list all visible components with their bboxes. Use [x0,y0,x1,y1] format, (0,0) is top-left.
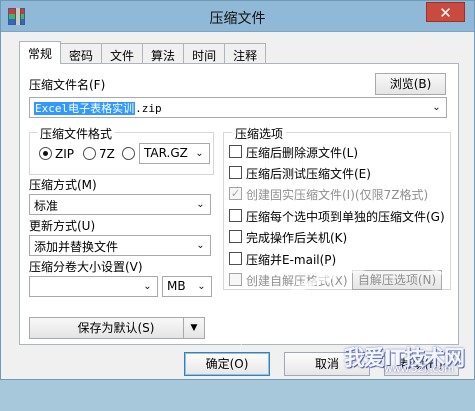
tar-gz-format-select[interactable]: TAR.GZ ⌄ [139,143,210,164]
split-size-unit-select[interactable]: MB ⌄ [162,276,212,297]
browse-button[interactable]: 浏览(B) [375,73,446,95]
test-archive-checkbox[interactable] [229,166,242,179]
close-button[interactable]: ✕ [426,2,465,22]
archive-name-value: Excel电子表格实训.zip [34,100,162,116]
archive-format-group: 压缩文件格式 ZIP 7Z TAR.GZ ⌄ [29,125,214,175]
chevron-down-icon[interactable]: ⌄ [195,279,208,294]
split-size-label: 压缩分卷大小设置(V) [29,260,143,274]
compression-method-value: 标准 [34,199,59,213]
update-method-select[interactable]: 添加并替换文件 ⌄ [29,235,211,256]
tab-password[interactable]: 密码 [61,43,103,64]
archive-name-selected-text: Excel电子表格实训 [34,102,136,115]
archive-name-extension: .zip [135,102,162,115]
compression-method-label: 压缩方式(M) [29,178,97,192]
sfx-options-button: 自解压选项(N) [352,270,442,290]
split-size-input[interactable]: ⌄ [29,276,158,297]
chevron-down-icon[interactable]: ⌄ [193,146,206,161]
sfx-archive-checkbox [229,273,242,286]
title-bar: 压缩文件 ✕ [1,1,474,32]
split-size-unit: MB [167,279,186,293]
compress-email-checkbox[interactable] [229,252,242,265]
shutdown-after-checkbox[interactable] [229,230,242,243]
watermark-site: www.52ij.com [384,364,454,375]
separate-archives-label: 压缩每个选中项到单独的压缩文件(G) [246,210,445,224]
solid-archive-label: 创建固实压缩文件(I)(仅限7Z格式) [246,188,429,202]
chevron-down-icon[interactable]: ⌄ [194,238,207,253]
delete-source-checkbox[interactable] [229,145,242,158]
compression-method-select[interactable]: 标准 ⌄ [29,194,211,215]
tab-algorithm[interactable]: 算法 [143,43,185,64]
update-method-label: 更新方式(U) [29,219,96,233]
7z-radio[interactable] [83,147,96,160]
save-default-dropdown-button[interactable]: ▼ [183,317,205,339]
ok-button[interactable]: 确定(O) [184,352,270,376]
compress-file-dialog: 压缩文件 ✕ 常规 密码 文件 算法 时间 注释 压缩文件名(F) 浏览(B) … [0,0,475,411]
save-as-default-button[interactable]: 保存为默认(S) [29,317,203,339]
sfx-archive-label: 创建自解压格式(X) [246,274,348,288]
compression-options-group: 压缩选项 压缩后删除源文件(L) 压缩后测试压缩文件(E) ✓ 创建固实压缩文件… [223,125,451,290]
window-title: 压缩文件 [209,11,266,27]
archive-name-label: 压缩文件名(F) [29,78,106,92]
shutdown-after-label: 完成操作后关机(K) [246,231,348,245]
chevron-down-icon[interactable]: ⌄ [430,100,443,115]
tab-time[interactable]: 时间 [184,43,226,64]
tab-files[interactable]: 文件 [102,43,144,64]
solid-archive-checkbox: ✓ [229,187,242,200]
tab-comment[interactable]: 注释 [225,43,267,64]
chevron-down-icon[interactable]: ⌄ [194,197,207,212]
archive-format-title: 压缩文件格式 [37,125,116,142]
tar-gz-value: TAR.GZ [144,146,188,160]
archive-name-field[interactable]: Excel电子表格实训.zip ⌄ [29,97,447,118]
test-archive-label: 压缩后测试压缩文件(E) [246,167,371,181]
tab-general[interactable]: 常规 [19,41,62,64]
compression-options-title: 压缩选项 [232,125,287,142]
zip-label: ZIP [55,147,74,161]
delete-source-label: 压缩后删除源文件(L) [246,146,359,160]
compress-email-label: 压缩并E-mail(P) [246,253,337,267]
zip-radio[interactable] [39,147,52,160]
cancel-button[interactable]: 取消 [284,352,370,376]
separate-archives-checkbox[interactable] [229,209,242,222]
update-method-value: 添加并替换文件 [34,240,119,254]
dialog-tabs: 常规 密码 文件 算法 时间 注释 [19,41,267,64]
tar-gz-radio[interactable] [122,147,135,160]
chevron-down-icon[interactable]: ⌄ [141,279,154,294]
general-tab-panel: 压缩文件名(F) 浏览(B) Excel电子表格实训.zip ⌄ 压缩文件格式 … [19,63,459,345]
7z-label: 7Z [99,147,115,161]
